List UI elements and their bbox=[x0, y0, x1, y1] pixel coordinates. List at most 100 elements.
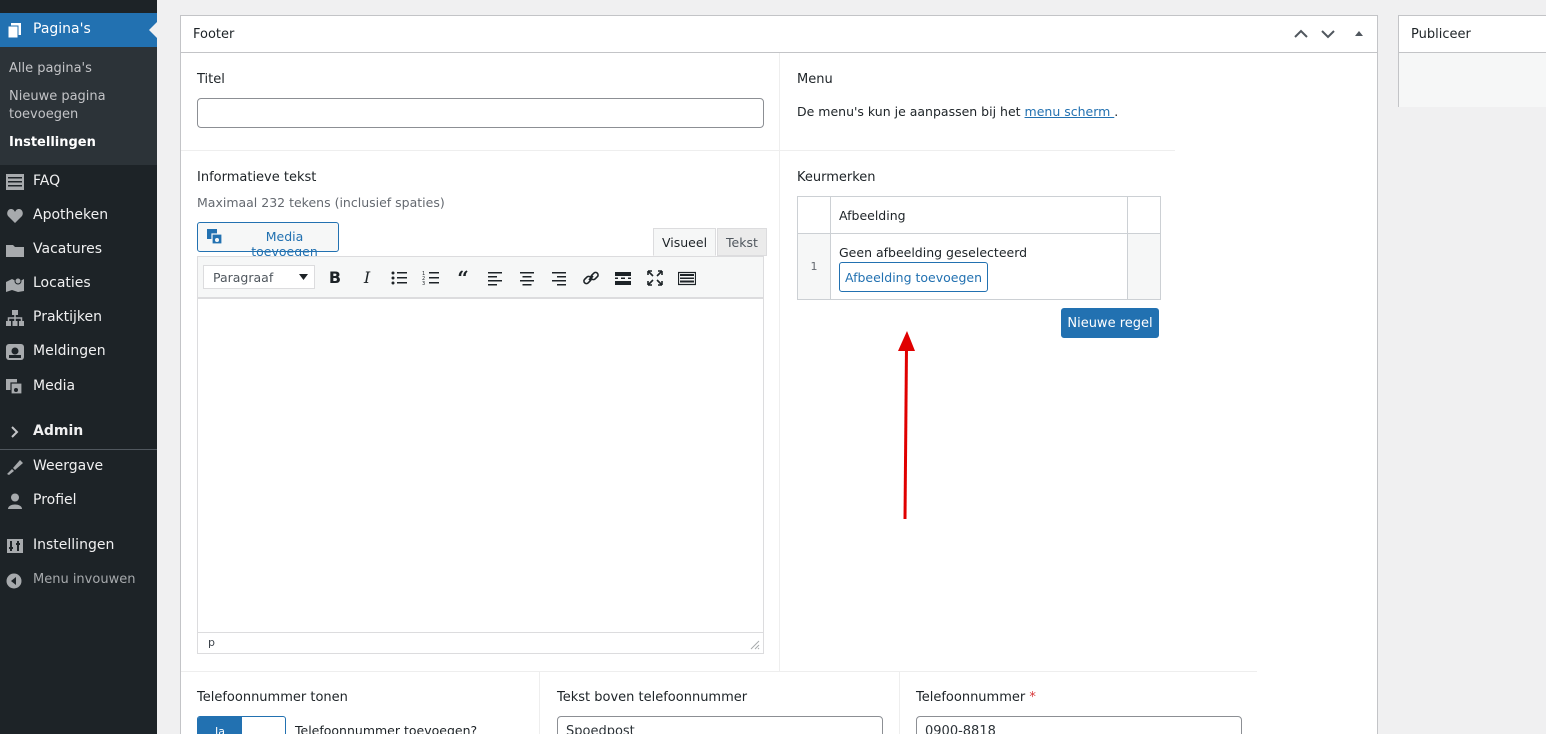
sidebar-item-admin[interactable]: Admin bbox=[0, 415, 157, 449]
toggle-on-label: Ja bbox=[198, 717, 242, 734]
toggle-panel-icon[interactable] bbox=[1350, 25, 1368, 43]
column-divider bbox=[779, 53, 780, 671]
sidebar-item-praktijken[interactable]: Praktijken bbox=[0, 301, 157, 335]
keyboard-icon[interactable] bbox=[678, 269, 696, 287]
phone-question: Telefoonnummer toevoegen? bbox=[295, 723, 478, 734]
red-arrow-annotation bbox=[898, 331, 915, 520]
media-add-button[interactable]: Media toevoegen bbox=[197, 222, 339, 259]
publish-body bbox=[1399, 53, 1546, 107]
sidebar-item-profiel[interactable]: Profiel bbox=[0, 484, 157, 518]
sidebar-item-faq[interactable]: FAQ bbox=[0, 165, 157, 199]
menu-text-end: . bbox=[1114, 104, 1119, 119]
move-up-icon[interactable] bbox=[1292, 25, 1310, 43]
submenu-new-page-2[interactable]: toevoegen bbox=[9, 106, 78, 124]
repeater-row-actions bbox=[1127, 233, 1161, 300]
submenu-all-pages[interactable]: Alle pagina's bbox=[9, 60, 92, 78]
sidebar-item-media[interactable]: Media bbox=[0, 370, 157, 404]
paintbrush-icon bbox=[7, 460, 23, 475]
phone-show-label: Telefoonnummer tonen bbox=[197, 690, 348, 705]
publish-metabox: Publiceer bbox=[1398, 15, 1546, 107]
sidebar-item-apotheken[interactable]: Apotheken bbox=[0, 199, 157, 233]
chevron-down-icon bbox=[299, 274, 308, 280]
add-image-button[interactable]: Afbeelding toevoegen bbox=[839, 262, 988, 292]
sidebar-item-instellingen[interactable]: Instellingen bbox=[0, 529, 157, 563]
chevron-right-icon bbox=[11, 426, 19, 438]
sitemap-icon bbox=[6, 310, 24, 326]
collapse-menu-button[interactable]: Menu invouwen bbox=[0, 564, 157, 598]
move-down-icon[interactable] bbox=[1319, 25, 1337, 43]
phone-input[interactable] bbox=[916, 716, 1242, 734]
media-icon bbox=[6, 379, 23, 395]
publish-title: Publiceer bbox=[1399, 16, 1546, 53]
menu-screen-link[interactable]: menu scherm bbox=[1025, 104, 1115, 119]
align-center-icon[interactable] bbox=[518, 269, 536, 287]
notification-icon bbox=[6, 344, 24, 360]
bottom-col-divider-2 bbox=[899, 671, 900, 734]
info-description: Maximaal 232 tekens (inclusief spaties) bbox=[197, 195, 445, 210]
repeater-head-order bbox=[797, 196, 831, 234]
sidebar-item-paginas[interactable]: Pagina's bbox=[0, 13, 157, 47]
blockquote-icon[interactable]: “ bbox=[454, 268, 472, 288]
svg-text:3: 3 bbox=[422, 281, 425, 287]
sidebar-item-label: Locaties bbox=[33, 275, 91, 291]
sidebar-item-label: Meldingen bbox=[33, 343, 106, 359]
bold-icon[interactable]: B bbox=[326, 269, 344, 287]
media-add-label: Media toevoegen bbox=[251, 229, 318, 259]
phone-above-input[interactable] bbox=[557, 716, 883, 734]
bottom-row-divider bbox=[181, 671, 1257, 672]
editor-statusbar: p bbox=[198, 632, 763, 653]
submenu-new-page[interactable]: Nieuwe pagina bbox=[9, 88, 106, 106]
sidebar-item-locaties[interactable]: Locaties bbox=[0, 267, 157, 301]
sidebar-item-label: Menu invouwen bbox=[33, 572, 136, 587]
align-right-icon[interactable] bbox=[550, 269, 568, 287]
element-path: p bbox=[208, 636, 215, 649]
phone-label: Telefoonnummer bbox=[916, 690, 1026, 705]
keurmerken-label: Keurmerken bbox=[797, 170, 876, 185]
collapse-icon bbox=[6, 573, 22, 589]
metabox-title: Footer bbox=[193, 27, 235, 42]
bullet-list-icon[interactable] bbox=[390, 269, 408, 287]
sidebar-item-meldingen[interactable]: Meldingen bbox=[0, 335, 157, 369]
format-select[interactable]: Paragraaf bbox=[203, 265, 315, 289]
tab-text[interactable]: Tekst bbox=[717, 228, 767, 256]
editor-content-area[interactable]: p bbox=[197, 298, 764, 654]
sidebar-item-label: FAQ bbox=[33, 173, 61, 189]
sidebar-item-label: Instellingen bbox=[33, 537, 115, 553]
read-more-icon[interactable] bbox=[614, 269, 632, 287]
sidebar-item-label: Media bbox=[33, 378, 76, 394]
sidebar-item-weergave[interactable]: Weergave bbox=[0, 450, 157, 484]
settings-icon bbox=[7, 539, 23, 553]
sidebar-item-label: Pagina's bbox=[33, 21, 91, 37]
repeater-column-header: Afbeelding bbox=[830, 196, 1128, 234]
align-left-icon[interactable] bbox=[486, 269, 504, 287]
phone-label-wrap: Telefoonnummer * bbox=[916, 690, 1036, 705]
location-icon bbox=[6, 277, 24, 292]
new-row-button[interactable]: Nieuwe regel bbox=[1061, 308, 1159, 338]
repeater-head-actions bbox=[1127, 196, 1161, 234]
fullscreen-icon[interactable] bbox=[646, 269, 664, 287]
sidebar-item-vacatures[interactable]: Vacatures bbox=[0, 233, 157, 267]
numbered-list-icon[interactable]: 123 bbox=[422, 269, 440, 287]
row-divider bbox=[181, 150, 1175, 151]
repeater-row-handle[interactable]: 1 bbox=[797, 233, 831, 300]
resize-handle-icon[interactable] bbox=[750, 640, 760, 650]
titel-label: Titel bbox=[197, 72, 225, 87]
sidebar-item-label: Admin bbox=[33, 423, 84, 439]
metabox-header: Footer bbox=[181, 16, 1377, 53]
sidebar-item-label: Apotheken bbox=[33, 207, 109, 223]
submenu-settings[interactable]: Instellingen bbox=[9, 134, 96, 152]
tab-visual[interactable]: Visueel bbox=[653, 228, 717, 256]
phone-toggle[interactable]: Ja bbox=[197, 716, 286, 734]
pages-icon bbox=[7, 23, 21, 38]
link-icon[interactable] bbox=[582, 269, 600, 287]
titel-input[interactable] bbox=[197, 98, 764, 128]
list-icon bbox=[6, 174, 24, 190]
sidebar-item-label: Vacatures bbox=[33, 241, 103, 257]
menu-label: Menu bbox=[797, 72, 833, 87]
folder-icon bbox=[6, 245, 24, 257]
no-image-text: Geen afbeelding geselecteerd bbox=[839, 245, 1028, 260]
repeater-row-image: Geen afbeelding geselecteerd Afbeelding … bbox=[830, 233, 1128, 300]
italic-icon[interactable]: I bbox=[358, 269, 376, 287]
sidebar-item-label: Weergave bbox=[33, 458, 104, 474]
keurmerken-repeater: Afbeelding 1 Geen afbeelding geselecteer… bbox=[797, 196, 1161, 300]
